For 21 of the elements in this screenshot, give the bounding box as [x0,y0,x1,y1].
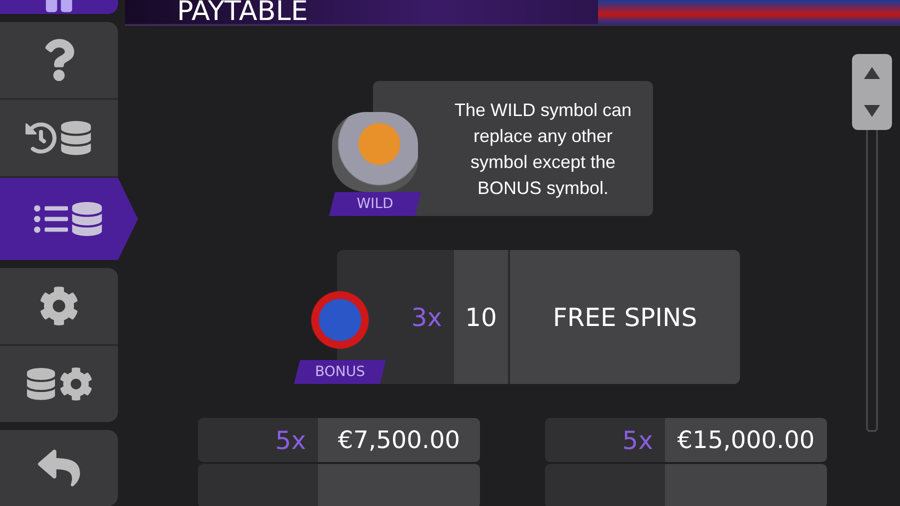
settings-icon [39,286,79,326]
history-icon [25,122,57,154]
prize-text: FREE SPINS [508,250,740,384]
coin-stack-icon [59,121,93,155]
spins-count: 10 [454,250,508,384]
settings-icon [59,367,93,401]
up-arrow-icon [864,67,880,79]
symbol-count: 5x [198,418,318,462]
symbol-count: 5x [545,418,665,462]
sidebar-button[interactable] [0,178,138,260]
page-title: PAYTABLE [176,0,309,24]
payout-amount: €7,500.00 [318,418,480,462]
symbol-label: WILD [329,192,421,216]
back-icon [38,447,80,489]
payout-amount: €15,000.00 [665,418,827,462]
coin-stack-icon [70,202,104,236]
down-arrow-icon [864,105,880,117]
coin-stack-icon [25,368,57,400]
list-icon [34,202,68,236]
scroll-buttons[interactable] [852,54,892,130]
symbol-label: BONUS [294,360,386,384]
